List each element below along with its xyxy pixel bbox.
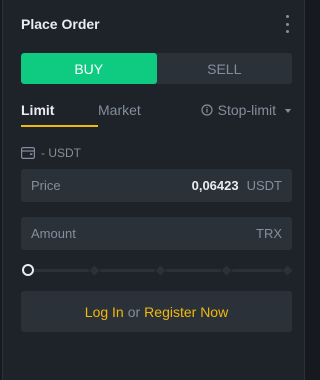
tab-stop-limit[interactable]: Stop-limit: [201, 101, 292, 127]
more-options-icon[interactable]: [282, 15, 292, 33]
tab-market-label: Market: [98, 102, 141, 118]
amount-unit: TRX: [256, 226, 282, 241]
tab-stop-limit-label: Stop-limit: [217, 102, 276, 118]
panel-header: Place Order: [21, 14, 292, 34]
auth-separator: or: [127, 303, 141, 320]
amount-field[interactable]: Amount TRX: [21, 217, 292, 250]
slider-handle[interactable]: [22, 264, 34, 276]
price-label: Price: [31, 178, 61, 193]
side-toggle: BUY SELL: [21, 53, 292, 84]
register-link[interactable]: Register Now: [144, 304, 228, 320]
panel-title: Place Order: [21, 16, 100, 32]
slider-step-75[interactable]: [220, 264, 233, 277]
tab-limit-label: Limit: [21, 102, 55, 118]
balance-text: - USDT: [41, 146, 81, 160]
order-type-tabs: Limit Market Stop-limit: [21, 101, 292, 129]
tab-market[interactable]: Market: [98, 101, 188, 127]
info-icon[interactable]: [201, 104, 213, 116]
amount-slider[interactable]: [21, 263, 294, 277]
auth-prompt: Log In or Register Now: [21, 291, 292, 332]
sell-button[interactable]: SELL: [157, 53, 293, 84]
available-balance: - USDT: [21, 145, 81, 161]
login-link[interactable]: Log In: [85, 304, 124, 320]
price-unit: USDT: [246, 178, 282, 193]
slider-step-50[interactable]: [154, 264, 167, 277]
slider-step-25[interactable]: [88, 264, 101, 277]
place-order-panel: Place Order BUY SELL Limit Market Stop-l…: [2, 0, 305, 380]
slider-step-100[interactable]: [281, 264, 294, 277]
buy-button[interactable]: BUY: [21, 53, 157, 84]
price-field[interactable]: Price 0,06423 USDT: [21, 169, 292, 202]
caret-down-icon: [285, 109, 291, 113]
tab-limit[interactable]: Limit: [21, 101, 98, 127]
wallet-icon: [21, 147, 35, 159]
price-value[interactable]: 0,06423: [192, 178, 239, 193]
amount-label: Amount: [31, 226, 76, 241]
